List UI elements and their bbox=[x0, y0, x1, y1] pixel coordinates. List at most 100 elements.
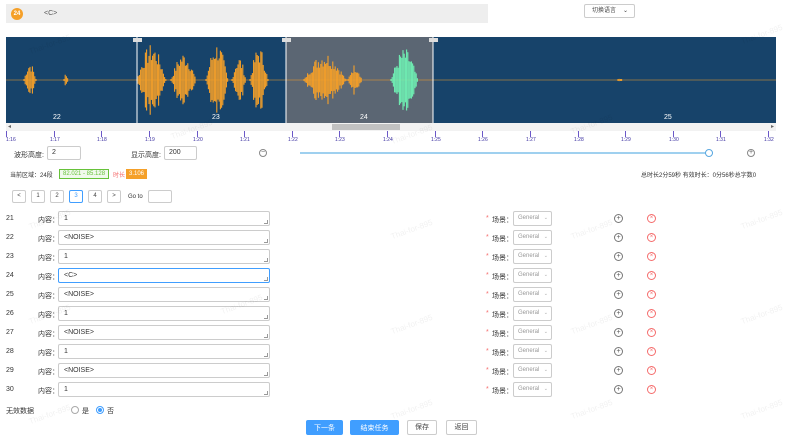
resize-grip-icon[interactable] bbox=[264, 391, 268, 395]
resize-grip-icon[interactable] bbox=[264, 296, 268, 300]
boundary-handle[interactable] bbox=[429, 38, 438, 42]
delete-segment-icon[interactable]: × bbox=[647, 309, 656, 318]
content-textarea[interactable]: <C> bbox=[58, 268, 270, 283]
content-text: <C> bbox=[64, 272, 78, 279]
save-button[interactable]: 保存 bbox=[407, 420, 437, 435]
row-number: 25 bbox=[6, 291, 14, 298]
resize-grip-icon[interactable] bbox=[264, 372, 268, 376]
page-button[interactable]: 2 bbox=[50, 190, 64, 203]
add-segment-icon[interactable]: + bbox=[614, 252, 623, 261]
resize-grip-icon[interactable] bbox=[264, 239, 268, 243]
content-textarea[interactable]: 1 bbox=[58, 249, 270, 264]
scene-select[interactable]: General ⌄ bbox=[513, 306, 552, 321]
page-button[interactable]: 4 bbox=[88, 190, 102, 203]
resize-grip-icon[interactable] bbox=[264, 334, 268, 338]
scene-select[interactable]: General ⌄ bbox=[513, 249, 552, 264]
add-segment-icon[interactable]: + bbox=[614, 233, 623, 242]
region-range-badge: 82.021 - 85.128 bbox=[59, 169, 110, 179]
scene-label: 场景： bbox=[492, 369, 513, 376]
next-item-button[interactable]: 下一条 bbox=[306, 420, 343, 435]
content-text: <NOISE> bbox=[64, 329, 94, 336]
scene-select[interactable]: General ⌄ bbox=[513, 268, 552, 283]
zoom-slider[interactable] bbox=[300, 152, 713, 154]
content-textarea[interactable]: <NOISE> bbox=[58, 325, 270, 340]
add-segment-icon[interactable]: + bbox=[614, 309, 623, 318]
duration-badge: 3.106 bbox=[126, 169, 148, 179]
content-label: 内容： bbox=[38, 350, 59, 357]
scene-select[interactable]: General ⌄ bbox=[513, 325, 552, 340]
boundary-handle[interactable] bbox=[282, 38, 291, 42]
zoom-out-icon[interactable]: − bbox=[259, 149, 267, 157]
goto-page-input[interactable] bbox=[148, 190, 172, 203]
resize-grip-icon[interactable] bbox=[264, 353, 268, 357]
content-textarea[interactable]: 1 bbox=[58, 211, 270, 226]
total-summary: 总时长2分59秒 有效时长：0分56秒总字数0 bbox=[641, 173, 757, 179]
add-segment-icon[interactable]: + bbox=[614, 214, 623, 223]
add-segment-icon[interactable]: + bbox=[614, 347, 623, 356]
current-region-label: 当前区域：24段 bbox=[10, 173, 53, 179]
scene-select[interactable]: General ⌄ bbox=[513, 344, 552, 359]
back-button[interactable]: 返回 bbox=[446, 420, 477, 435]
content-textarea[interactable]: 1 bbox=[58, 306, 270, 321]
add-segment-icon[interactable]: + bbox=[614, 366, 623, 375]
invalid-yes-radio[interactable] bbox=[71, 406, 79, 414]
display-height-input[interactable]: 200 bbox=[164, 146, 197, 160]
page-button[interactable]: 1 bbox=[31, 190, 45, 203]
scene-label: 场景： bbox=[492, 388, 513, 395]
content-textarea[interactable]: <NOISE> bbox=[58, 363, 270, 378]
scroll-right-icon[interactable]: ▸ bbox=[771, 123, 774, 131]
delete-segment-icon[interactable]: × bbox=[647, 385, 656, 394]
content-textarea[interactable]: <NOISE> bbox=[58, 287, 270, 302]
scrollbar-thumb[interactable] bbox=[332, 124, 400, 130]
add-segment-icon[interactable]: + bbox=[614, 328, 623, 337]
add-segment-icon[interactable]: + bbox=[614, 385, 623, 394]
delete-segment-icon[interactable]: × bbox=[647, 271, 656, 280]
scroll-left-icon[interactable]: ◂ bbox=[8, 123, 11, 131]
segment-header: 24 <C> bbox=[6, 4, 488, 23]
delete-segment-icon[interactable]: × bbox=[647, 366, 656, 375]
delete-segment-icon[interactable]: × bbox=[647, 252, 656, 261]
add-segment-icon[interactable]: + bbox=[614, 271, 623, 280]
content-text: <NOISE> bbox=[64, 291, 94, 298]
row-number: 28 bbox=[6, 348, 14, 355]
required-asterisk: * bbox=[486, 234, 489, 241]
timeline-label: 1:28 bbox=[574, 137, 584, 143]
prev-page-button[interactable]: < bbox=[12, 190, 26, 203]
content-textarea[interactable]: 1 bbox=[58, 344, 270, 359]
timeline-label: 1:18 bbox=[97, 137, 107, 143]
timeline-label: 1:27 bbox=[526, 137, 536, 143]
watermark: Thai-for-895 bbox=[389, 397, 434, 422]
delete-segment-icon[interactable]: × bbox=[647, 214, 656, 223]
scene-select[interactable]: General ⌄ bbox=[513, 363, 552, 378]
delete-segment-icon[interactable]: × bbox=[647, 233, 656, 242]
scene-select[interactable]: General ⌄ bbox=[513, 230, 552, 245]
resize-grip-icon[interactable] bbox=[264, 277, 268, 281]
zoom-slider-handle[interactable] bbox=[704, 149, 713, 157]
finish-task-button[interactable]: 结束任务 bbox=[350, 420, 399, 435]
segment-row: 27 内容： <NOISE> * 场景： General ⌄ + × bbox=[0, 324, 800, 342]
scene-select[interactable]: General ⌄ bbox=[513, 382, 552, 397]
page-button-active[interactable]: 3 bbox=[69, 190, 83, 203]
boundary-handle[interactable] bbox=[133, 38, 142, 42]
switch-language-button[interactable]: 切换语言 ⌄ bbox=[584, 4, 635, 18]
row-number: 23 bbox=[6, 253, 14, 260]
invalid-no-radio[interactable] bbox=[96, 406, 104, 414]
next-page-button[interactable]: > bbox=[107, 190, 121, 203]
resize-grip-icon[interactable] bbox=[264, 315, 268, 319]
waveform-scrollbar[interactable]: ◂ ▸ bbox=[6, 123, 776, 131]
delete-segment-icon[interactable]: × bbox=[647, 290, 656, 299]
add-segment-icon[interactable]: + bbox=[614, 290, 623, 299]
scene-select[interactable]: General ⌄ bbox=[513, 287, 552, 302]
segment-text: <C> bbox=[44, 10, 58, 17]
resize-grip-icon[interactable] bbox=[264, 258, 268, 262]
waveform-canvas[interactable]: 22 23 24 25 bbox=[6, 37, 776, 123]
content-textarea[interactable]: <NOISE> bbox=[58, 230, 270, 245]
content-textarea[interactable]: 1 bbox=[58, 382, 270, 397]
scene-value: General bbox=[518, 253, 540, 259]
wave-height-input[interactable]: 2 bbox=[47, 146, 81, 160]
zoom-in-icon[interactable]: + bbox=[747, 149, 755, 157]
scene-select[interactable]: General ⌄ bbox=[513, 211, 552, 226]
resize-grip-icon[interactable] bbox=[264, 220, 268, 224]
delete-segment-icon[interactable]: × bbox=[647, 328, 656, 337]
delete-segment-icon[interactable]: × bbox=[647, 347, 656, 356]
